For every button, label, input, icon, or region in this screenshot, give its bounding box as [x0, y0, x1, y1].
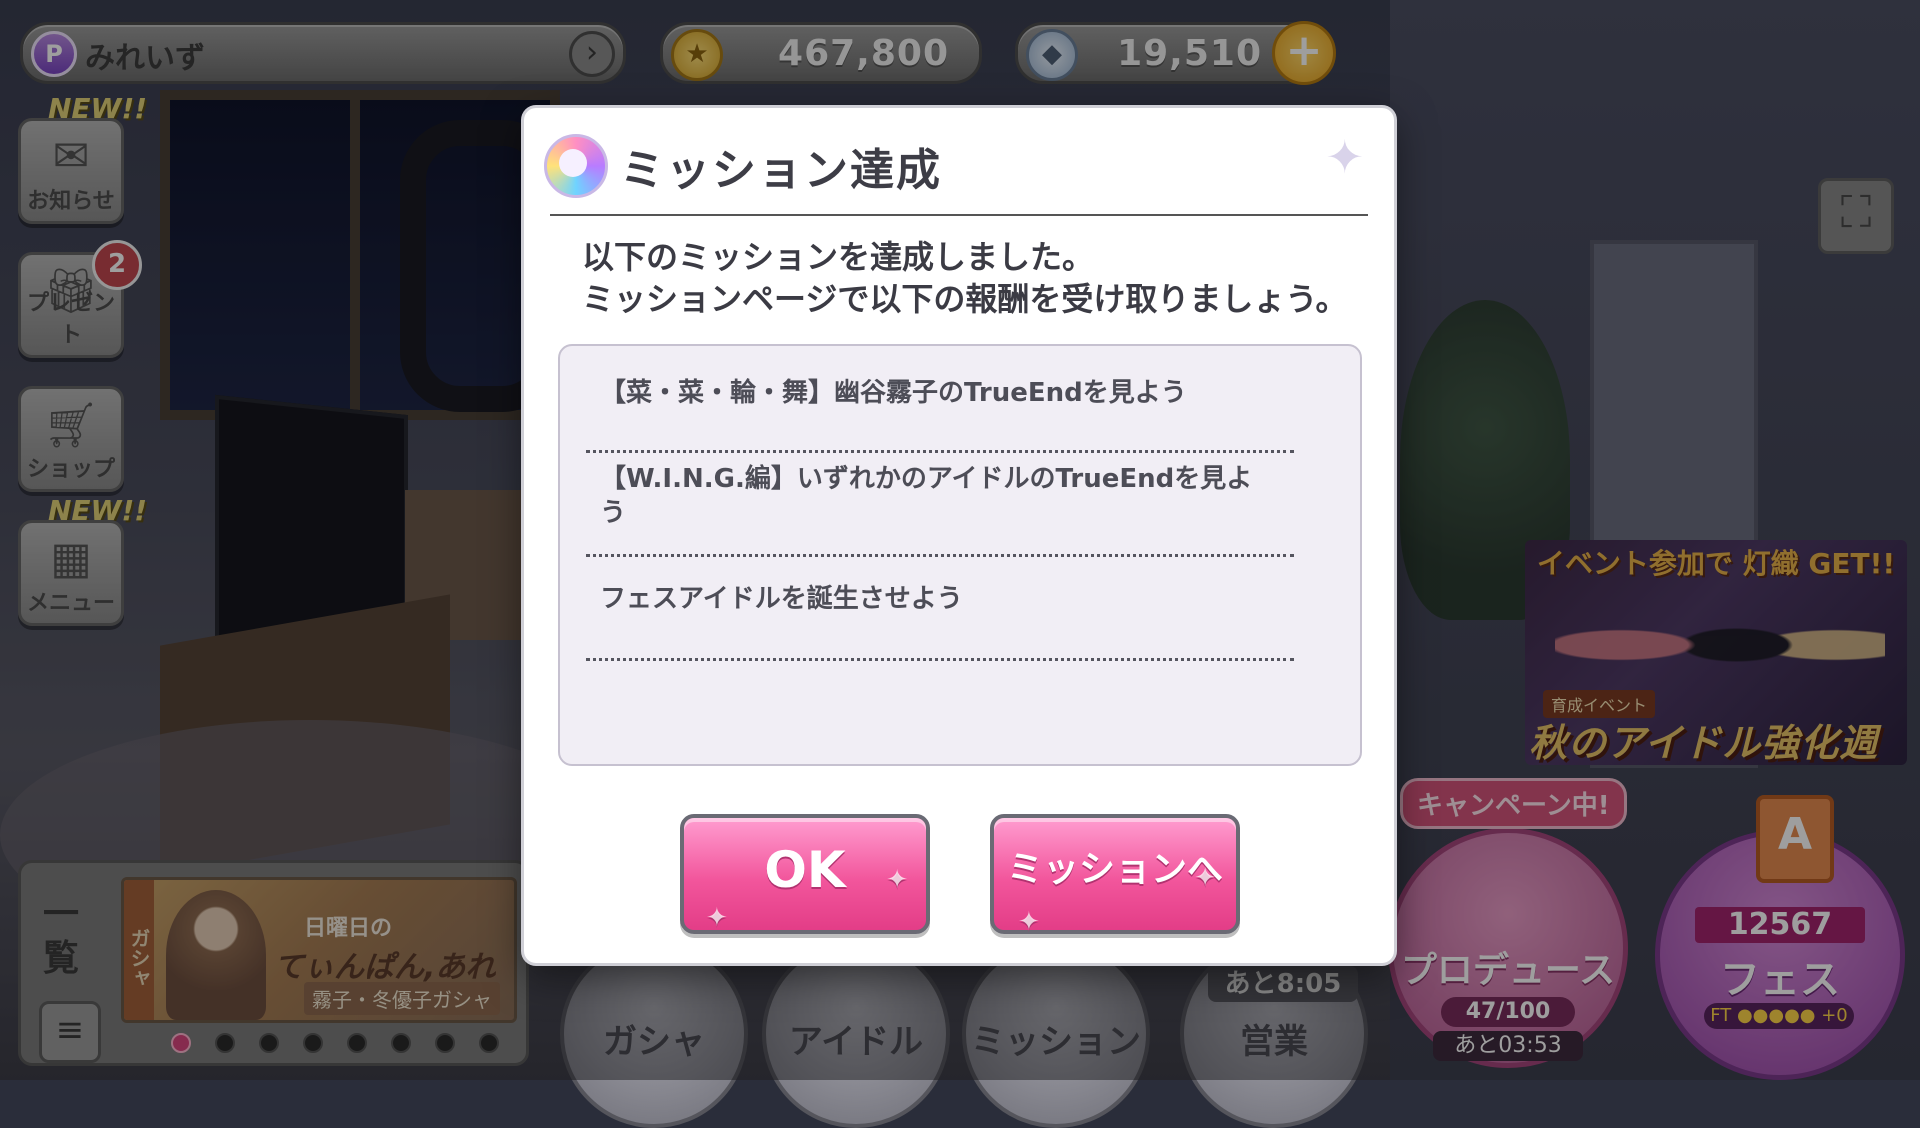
- ok-button[interactable]: OK ✦ ✦: [680, 814, 930, 934]
- sparkle-icon: ✦: [1325, 130, 1364, 184]
- dialog-title: ミッション達成: [620, 145, 942, 196]
- mission-separator: [586, 450, 1294, 453]
- sparkle-icon: ✦: [1194, 863, 1216, 893]
- ok-label: OK: [764, 841, 846, 899]
- mission-item-line: 【W.I.N.G.編】いずれかのアイドルのTrueEndを見よ: [600, 464, 1253, 494]
- sparkle-icon: ✦: [1018, 907, 1040, 937]
- mission-complete-dialog: ミッション達成 ✦ 以下のミッションを達成しました。 ミッションページで以下の報…: [524, 108, 1394, 963]
- mission-item: 【菜・菜・輪・舞】幽谷霧子のTrueEndを見よう: [600, 378, 1187, 408]
- mission-separator: [586, 554, 1294, 557]
- go-to-mission-button[interactable]: ミッションへ ✦ ✦: [990, 814, 1240, 937]
- dialog-message: 以下のミッションを達成しました。 ミッションページで以下の報酬を受け取りましょう…: [582, 236, 1347, 320]
- mission-item: フェスアイドルを誕生させよう: [600, 584, 963, 614]
- sparkle-icon: ✦: [886, 865, 908, 895]
- mission-list: 【菜・菜・輪・舞】幽谷霧子のTrueEndを見よう 【W.I.N.G.編】いずれ…: [558, 344, 1362, 766]
- mission-item-line: う: [600, 498, 627, 528]
- message-line: 以下のミッションを達成しました。: [582, 238, 1095, 276]
- mission-item: 【W.I.N.G.編】いずれかのアイドルのTrueEndを見よ う: [600, 462, 1300, 530]
- sparkle-icon: ✦: [706, 903, 728, 933]
- message-line: ミッションページで以下の報酬を受け取りましょう。: [582, 280, 1348, 318]
- mission-separator: [586, 658, 1294, 661]
- title-divider: [550, 214, 1368, 216]
- mission-rainbow-icon: [544, 134, 608, 198]
